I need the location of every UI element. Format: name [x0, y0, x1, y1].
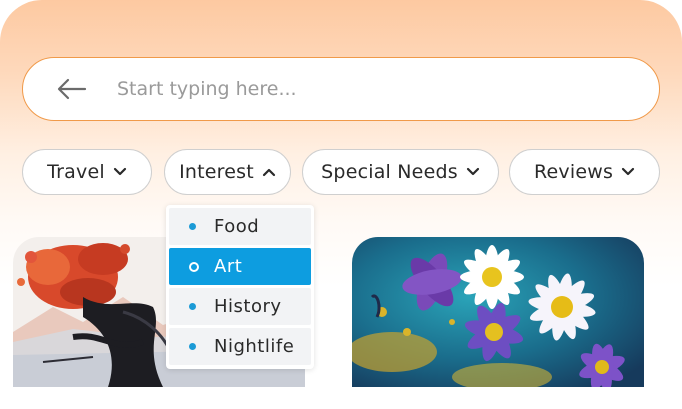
chevron-down-icon — [621, 167, 635, 176]
filter-label: Reviews — [533, 161, 614, 183]
filter-travel-button[interactable]: Travel — [22, 149, 152, 195]
filter-label: Travel — [47, 161, 105, 183]
radio-ring-icon — [189, 261, 209, 272]
filter-label: Interest — [179, 161, 254, 183]
chevron-down-icon — [466, 167, 479, 176]
dropdown-item-food[interactable]: Food — [169, 208, 311, 245]
dropdown-item-label: History — [214, 296, 282, 317]
bullet-icon — [189, 343, 209, 350]
arrow-left-icon[interactable] — [57, 78, 87, 100]
card-image-flowers[interactable] — [352, 237, 644, 387]
flowers-painting-image — [352, 237, 644, 387]
interest-dropdown-menu: Food Art History Nightlife — [166, 205, 314, 369]
dropdown-item-history[interactable]: History — [169, 288, 311, 325]
dropdown-item-art[interactable]: Art — [169, 248, 311, 285]
filter-reviews-button[interactable]: Reviews — [509, 149, 660, 195]
bullet-icon — [189, 223, 209, 230]
app-container: Travel Interest Special Needs Reviews — [0, 0, 682, 409]
bullet-icon — [189, 303, 209, 310]
dropdown-item-nightlife[interactable]: Nightlife — [169, 328, 311, 365]
chevron-up-icon — [262, 168, 276, 177]
filter-label: Special Needs — [321, 161, 458, 183]
search-input[interactable] — [117, 58, 617, 120]
chevron-down-icon — [113, 167, 126, 176]
dropdown-item-label: Art — [214, 256, 243, 277]
search-bar[interactable] — [22, 57, 660, 121]
filter-special-needs-button[interactable]: Special Needs — [302, 149, 499, 195]
dropdown-item-label: Food — [214, 216, 260, 237]
dropdown-item-label: Nightlife — [214, 336, 295, 357]
filter-interest-button[interactable]: Interest — [164, 149, 291, 195]
